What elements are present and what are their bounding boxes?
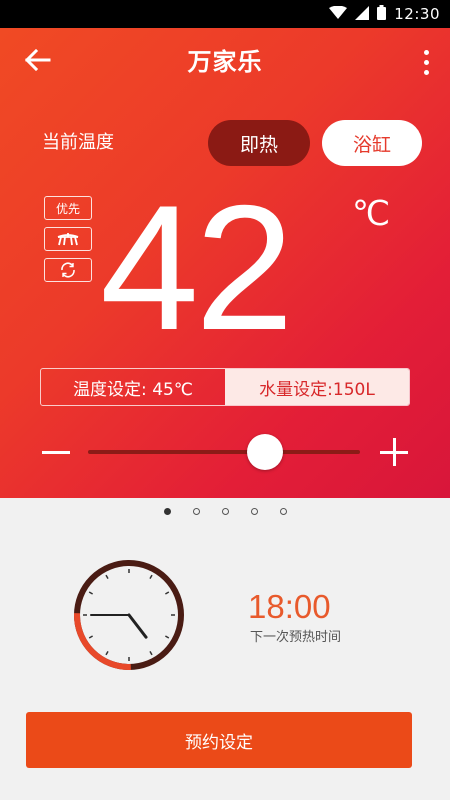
more-vert-icon [423, 49, 429, 55]
water-setting[interactable]: 水量设定:150L [225, 369, 409, 405]
battery-icon [377, 4, 387, 24]
plus-icon[interactable] [378, 432, 410, 472]
clock-icon [74, 560, 184, 670]
temp-setting[interactable]: 温度设定: 45℃ [41, 369, 225, 405]
page-indicator [0, 508, 450, 515]
mode-bathtub-button[interactable]: 浴缸 [322, 120, 422, 166]
status-icons: 12:30 [329, 4, 440, 24]
clock-tick [149, 574, 153, 580]
clock-tick [105, 650, 109, 656]
clock-hour-hand [127, 613, 148, 639]
mode-toggle: 即热 浴缸 [208, 120, 422, 166]
page-dot[interactable] [163, 508, 171, 515]
clock-tick [149, 650, 153, 656]
page-dot[interactable] [221, 508, 229, 515]
hero-panel: 万家乐 当前温度 即热 浴缸 优先 42 ℃ 温度设定: 45℃ 水量设定:15… [0, 28, 450, 498]
page-dot[interactable] [250, 508, 258, 515]
cycle-icon[interactable] [44, 258, 92, 282]
signal-icon [355, 5, 370, 24]
minus-icon[interactable] [40, 432, 72, 472]
clock-tick [164, 635, 170, 639]
temp-slider [40, 432, 410, 472]
clock-tick [164, 591, 170, 595]
current-temp-label: 当前温度 [42, 132, 114, 153]
slider-knob[interactable] [246, 434, 283, 470]
mode-instant-button[interactable]: 即热 [208, 120, 310, 166]
app-title: 万家乐 [187, 48, 263, 76]
schedule-subtitle: 下一次预热时间 [250, 630, 342, 645]
slider-track[interactable] [88, 450, 360, 454]
clock-tick [88, 635, 94, 639]
reserve-button[interactable]: 预约设定 [26, 712, 412, 768]
priority-badge[interactable]: 优先 [44, 196, 92, 220]
clock-tick [105, 574, 109, 580]
page-dot[interactable] [279, 508, 287, 515]
status-time: 12:30 [394, 5, 440, 23]
clock-progress-arc [74, 613, 131, 670]
top-bar: 万家乐 [0, 28, 450, 92]
wifi-icon [329, 5, 348, 24]
page-dot[interactable] [192, 508, 200, 515]
clock-tick [88, 591, 94, 595]
current-temp-value: 42 [100, 168, 294, 367]
settings-box: 温度设定: 45℃ 水量设定:150L [40, 368, 410, 406]
status-bar: 12:30 [0, 0, 450, 28]
temp-unit: ℃ [352, 195, 391, 233]
more-button[interactable] [416, 42, 436, 82]
schedule-time: 18:00 [248, 588, 331, 625]
side-icons: 优先 [44, 196, 92, 282]
shower-icon[interactable] [44, 227, 92, 251]
